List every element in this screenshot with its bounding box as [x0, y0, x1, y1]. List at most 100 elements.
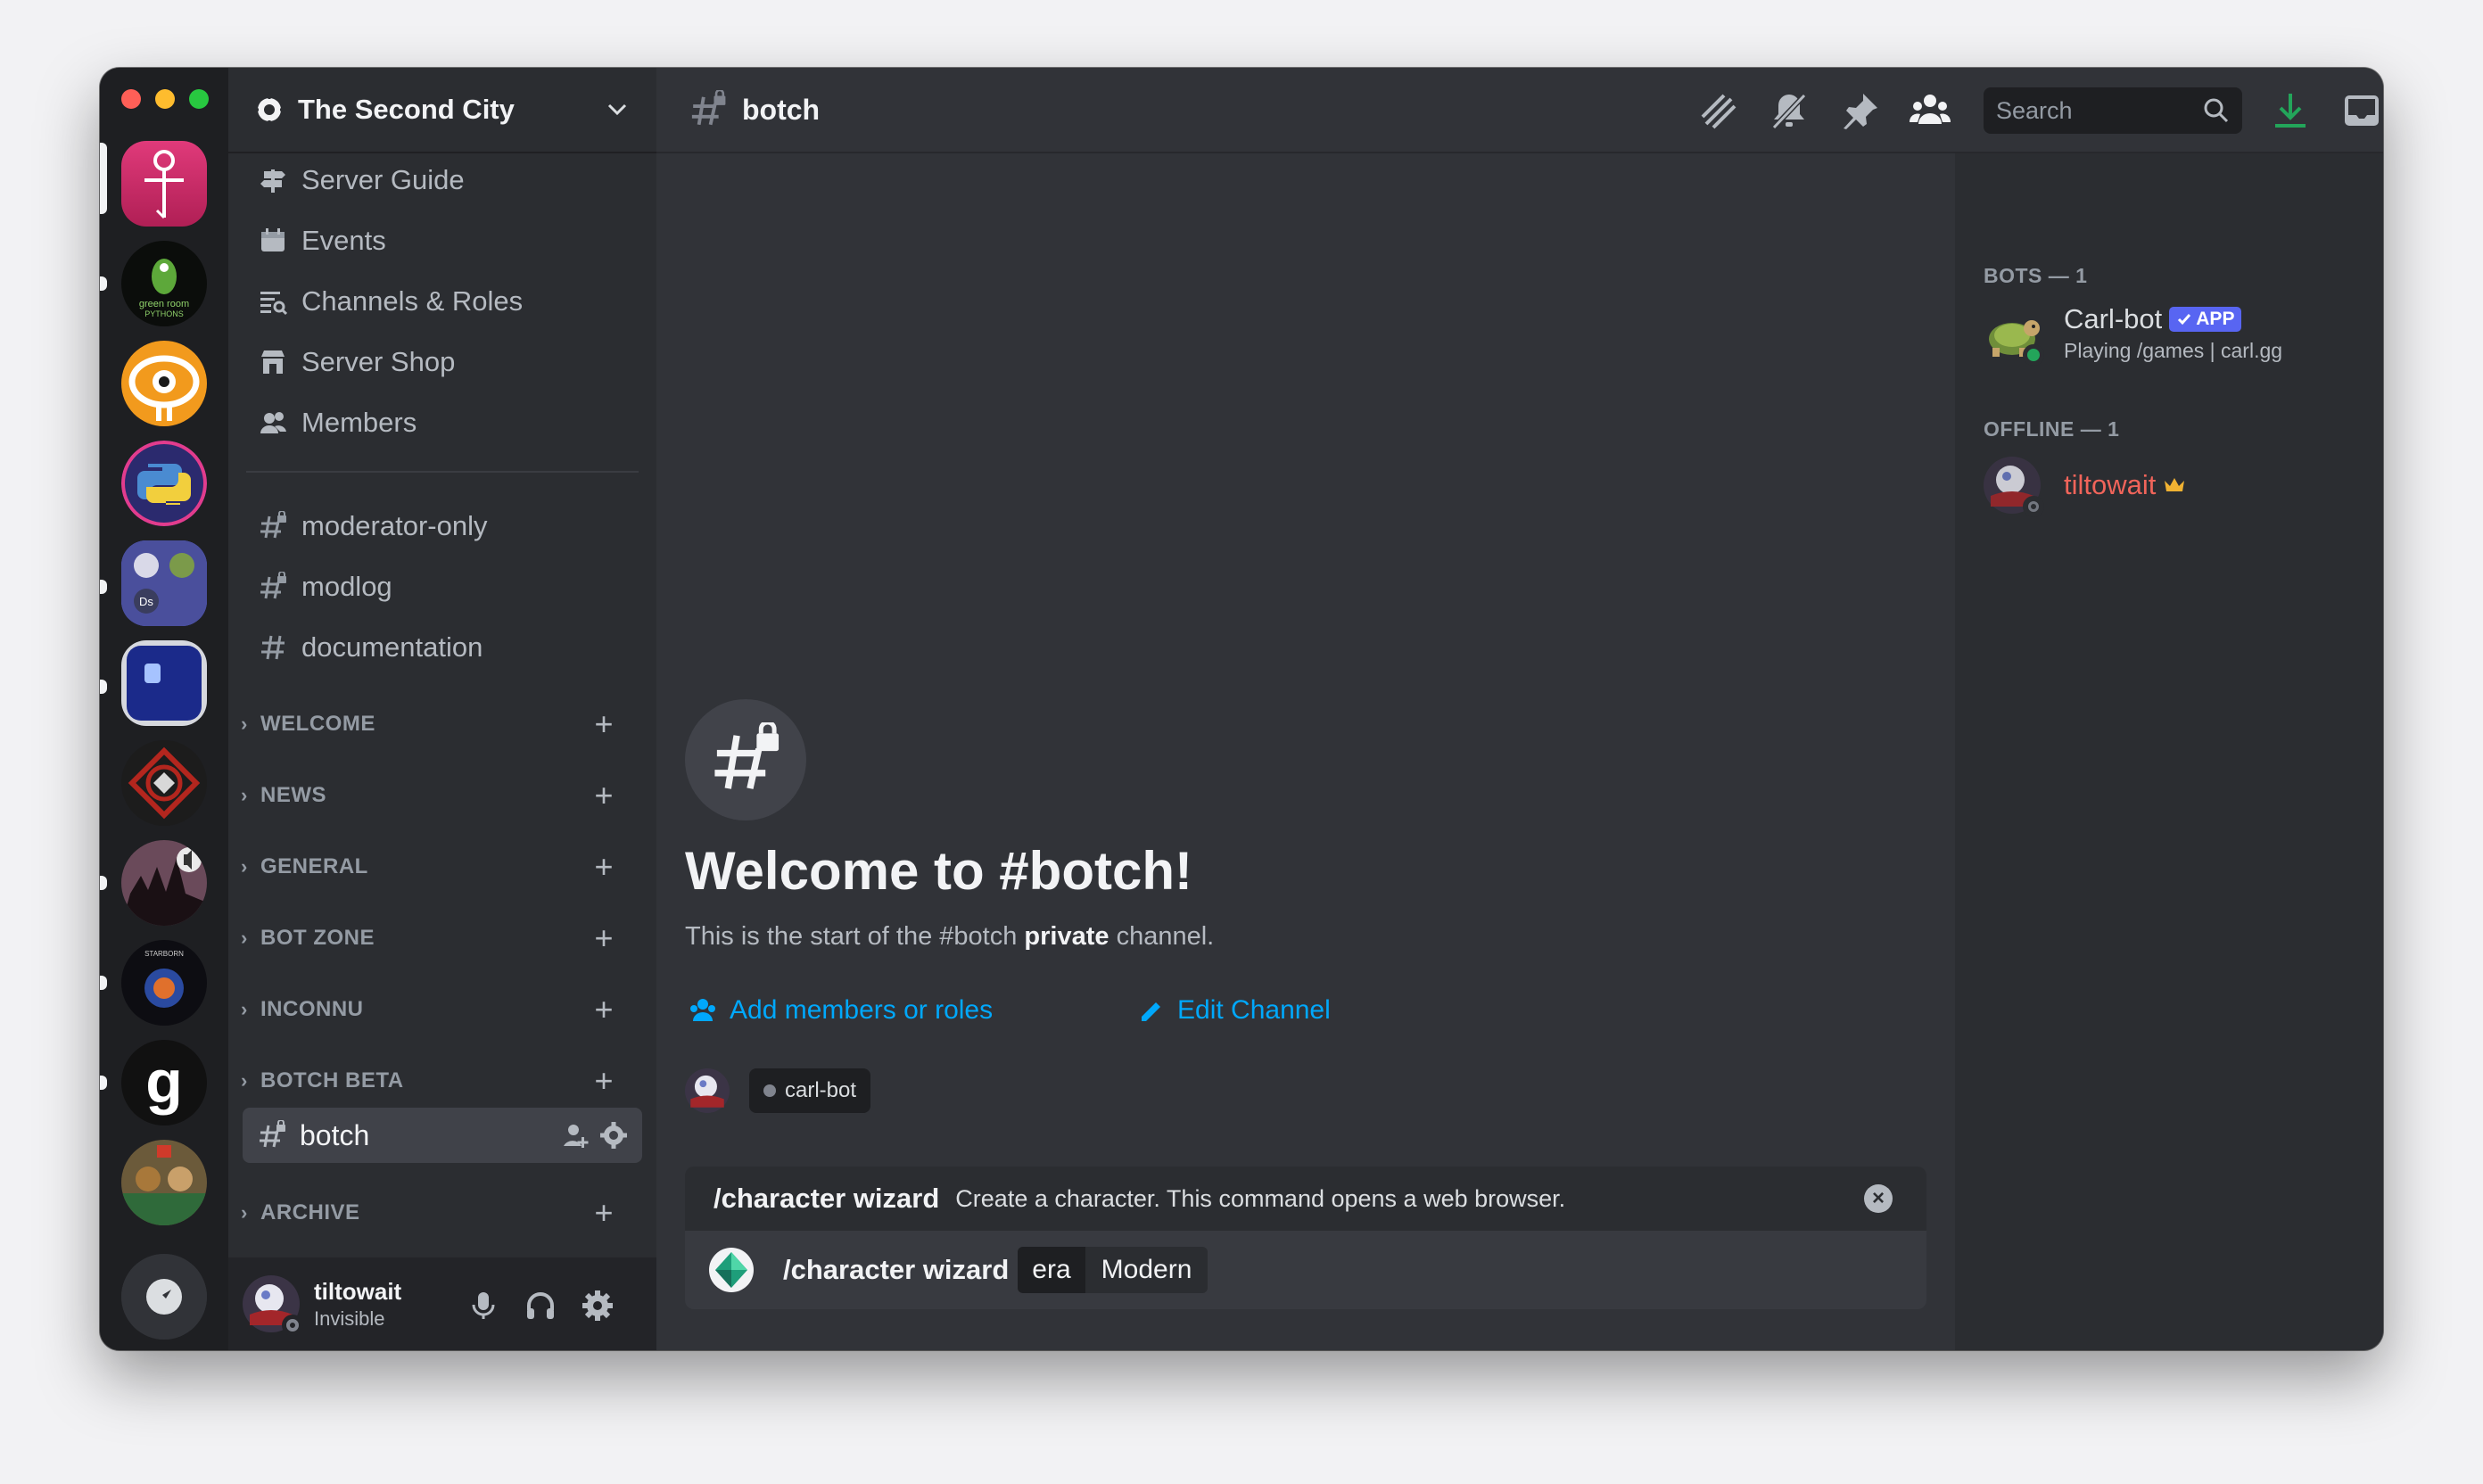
create-channel-button[interactable]: + — [594, 1194, 614, 1232]
category-welcome[interactable]: › WELCOME + — [241, 705, 633, 743]
role-color-dot — [763, 1084, 776, 1097]
chevron-down-icon[interactable] — [605, 97, 630, 122]
create-channel-button[interactable]: + — [594, 777, 614, 814]
slash-command-header: /character wizard Create a character. Th… — [685, 1167, 1926, 1231]
channel-moderator-only[interactable]: moderator-only — [255, 499, 487, 553]
zoom-window-button[interactable] — [189, 89, 209, 109]
offline-header: OFFLINE — 1 — [1984, 417, 2120, 441]
create-channel-button[interactable]: + — [594, 705, 614, 743]
verified-check-icon — [2178, 314, 2191, 326]
server-icon-g[interactable]: g — [121, 1040, 207, 1125]
server-icon-dogs-poker[interactable] — [121, 1140, 207, 1225]
nav-events[interactable]: Events — [255, 214, 386, 268]
server-header[interactable]: The Second City — [228, 68, 656, 153]
server-icon-python[interactable] — [121, 441, 207, 526]
category-news[interactable]: › NEWS + — [241, 777, 633, 814]
member-tiltowait[interactable]: tiltowait — [1984, 457, 2186, 517]
minimize-window-button[interactable] — [155, 89, 175, 109]
member-list-toggle[interactable] — [1909, 89, 1951, 132]
channels-roles-icon — [255, 287, 291, 316]
slash-command-input[interactable]: /character wizard era Modern — [685, 1231, 1926, 1309]
create-channel-button[interactable]: + — [594, 919, 614, 957]
server-icon-pixel[interactable] — [121, 640, 207, 726]
svg-text:g: g — [145, 1048, 183, 1116]
command-option[interactable]: era Modern — [1018, 1247, 1209, 1293]
online-status-icon — [2023, 343, 2044, 366]
category-label: INCONNU — [260, 997, 364, 1021]
invite-member-icon[interactable] — [562, 1121, 590, 1150]
channel-welcome-icon — [685, 699, 806, 820]
user-avatar[interactable] — [243, 1275, 303, 1336]
server-icon-the-second-city[interactable] — [121, 141, 207, 227]
option-key: era — [1018, 1247, 1085, 1293]
category-general[interactable]: › GENERAL + — [241, 848, 633, 886]
nav-channels-roles[interactable]: Channels & Roles — [255, 275, 523, 328]
server-icon-sigil[interactable] — [121, 740, 207, 826]
threads-button[interactable] — [1696, 89, 1739, 132]
app-badge: APP — [2169, 307, 2242, 332]
category-botch-beta[interactable]: › BOTCH BETA + — [241, 1062, 633, 1100]
inbox-icon — [2345, 95, 2379, 126]
deafen-button[interactable] — [519, 1284, 562, 1327]
member-avatar — [1984, 305, 2044, 366]
user-name: tiltowait — [314, 1277, 402, 1305]
explore-servers-button[interactable] — [121, 1254, 207, 1340]
channel-botch-active[interactable]: botch — [243, 1108, 642, 1163]
unread-indicator — [100, 876, 107, 890]
unread-indicator — [100, 680, 107, 694]
server-icon-green-room-pythons[interactable]: green room PYTHONS — [121, 241, 207, 326]
edit-channel-button[interactable]: Edit Channel — [1138, 995, 1331, 1026]
channel-documentation[interactable]: documentation — [255, 621, 483, 674]
category-bot-zone[interactable]: › BOT ZONE + — [241, 919, 633, 957]
nav-server-guide[interactable]: Server Guide — [255, 153, 465, 207]
category-archive[interactable]: › ARCHIVE + — [241, 1194, 633, 1232]
channel-sidebar: The Second City Server Guide Events Chan… — [228, 68, 656, 1350]
server-icon-starborn[interactable]: STARBORN — [121, 940, 207, 1026]
search-icon — [2204, 98, 2229, 123]
channel-header: botch Search — [656, 68, 2383, 153]
inbox-button[interactable] — [2340, 89, 2383, 132]
slash-command-panel: /character wizard Create a character. Th… — [685, 1167, 1926, 1309]
private-channel-icon — [691, 90, 726, 126]
user-avatar — [685, 1068, 730, 1113]
search-input[interactable]: Search — [1984, 87, 2242, 134]
nav-label: Channels & Roles — [301, 285, 524, 317]
welcome-subtitle: This is the start of the #botch private … — [685, 922, 1214, 952]
server-name: The Second City — [298, 94, 515, 125]
category-label: WELCOME — [260, 712, 375, 736]
create-channel-button[interactable]: + — [594, 848, 614, 886]
bell-muted-icon — [1771, 93, 1807, 130]
notification-settings-button[interactable] — [1768, 89, 1811, 132]
add-members-label: Add members or roles — [730, 995, 994, 1025]
channel-member-chip[interactable]: carl-bot — [685, 1068, 871, 1113]
pinned-messages-button[interactable] — [1839, 89, 1882, 132]
server-folder[interactable]: Ds — [121, 540, 207, 626]
add-members-button[interactable]: Add members or roles — [689, 995, 993, 1026]
download-apps-button[interactable] — [2269, 89, 2312, 132]
gear-icon — [582, 1290, 613, 1321]
nav-members[interactable]: Members — [255, 396, 417, 449]
category-label: BOTCH BETA — [260, 1068, 404, 1092]
role-chip[interactable]: carl-bot — [749, 1068, 871, 1113]
channel-modlog[interactable]: modlog — [255, 560, 392, 614]
create-channel-button[interactable]: + — [594, 1062, 614, 1100]
role-chip-label: carl-bot — [785, 1078, 857, 1102]
server-icon-eye[interactable] — [121, 341, 207, 426]
server-icon-castle[interactable] — [121, 840, 207, 926]
channel-label: documentation — [301, 631, 483, 663]
create-channel-button[interactable]: + — [594, 991, 614, 1028]
window-controls — [121, 89, 209, 109]
app-badge-label: APP — [2196, 309, 2235, 329]
user-settings-button[interactable] — [576, 1284, 619, 1327]
mute-button[interactable] — [462, 1284, 505, 1327]
option-value[interactable]: Modern — [1085, 1247, 1209, 1293]
channel-settings-gear-icon[interactable] — [599, 1121, 628, 1150]
close-icon[interactable]: × — [1864, 1184, 1893, 1213]
category-inconnu[interactable]: › INCONNU + — [241, 991, 633, 1028]
unread-indicator — [100, 1076, 107, 1090]
nav-label: Server Shop — [301, 346, 456, 377]
member-list: BOTS — 1 Carl-bot APP Playing /games | ca… — [1955, 153, 2383, 1350]
close-window-button[interactable] — [121, 89, 141, 109]
nav-server-shop[interactable]: Server Shop — [255, 335, 455, 389]
member-carl-bot[interactable]: Carl-bot APP Playing /games | carl.gg — [1984, 303, 2282, 366]
